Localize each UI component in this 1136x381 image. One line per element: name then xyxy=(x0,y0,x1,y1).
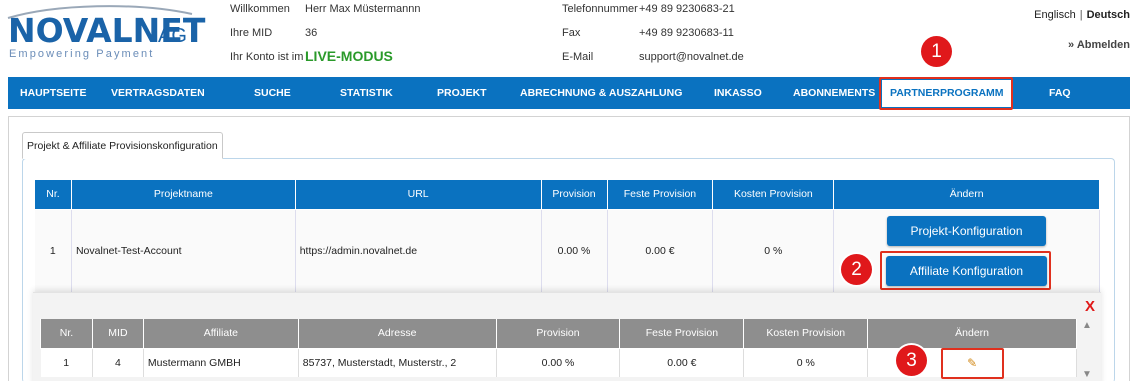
col-projektname: Projektname xyxy=(70,180,296,210)
cell-affiliate: Mustermann GMBH xyxy=(143,348,299,377)
col-feste-provision: Feste Provision xyxy=(619,319,745,349)
mode-label: Ihr Konto ist im xyxy=(230,51,304,63)
step-badge-1: 1 xyxy=(921,36,952,67)
fax-label: Fax xyxy=(562,27,581,39)
tab-projekt-affiliate[interactable]: Projekt & Affiliate Provisionskonfigurat… xyxy=(22,132,223,159)
step-badge-2: 2 xyxy=(841,254,872,285)
nav-item-inkasso[interactable]: INKASSO xyxy=(714,77,762,109)
cell-feste-provision: 0.00 € xyxy=(607,209,714,293)
logout-link[interactable]: » Abmelden xyxy=(1068,39,1130,51)
lang-separator: | xyxy=(1079,9,1083,21)
col-kosten-provision: Kosten Provision xyxy=(743,319,869,349)
cell-kosten-provision: 0 % xyxy=(712,209,835,293)
cell-adresse: 85737, Musterstadt, Musterstr., 2 xyxy=(298,348,497,377)
col-adresse: Adresse xyxy=(297,319,497,349)
highlight-partnerprogramm xyxy=(879,77,1013,110)
cell-url: https://admin.novalnet.de xyxy=(295,209,542,293)
col-provision: Provision xyxy=(540,180,608,210)
highlight-edit-icon xyxy=(941,348,1004,379)
col-aendern: Ändern xyxy=(833,180,1100,210)
nav-item-statistik[interactable]: STATISTIK xyxy=(340,77,393,109)
cell-provision: 0.00 % xyxy=(496,348,621,377)
highlight-affiliate-konfiguration xyxy=(880,251,1051,290)
nav-item-faq[interactable]: FAQ xyxy=(1049,77,1071,109)
logo-tagline: Empowering Payment xyxy=(9,48,155,60)
cell-mid: 4 xyxy=(92,348,144,377)
nav-item-abonnements[interactable]: ABONNEMENTS xyxy=(793,77,875,109)
fax-value: +49 89 9230683-11 xyxy=(639,27,734,39)
col-kosten-provision: Kosten Provision xyxy=(712,180,835,210)
cell-projektname: Novalnet-Test-Account xyxy=(71,209,296,293)
nav-item-abrechnung[interactable]: ABRECHNUNG & AUSZAHLUNG xyxy=(520,77,682,109)
col-nr: Nr. xyxy=(34,180,72,210)
col-url: URL xyxy=(294,180,542,210)
scroll-up-icon[interactable]: ▲ xyxy=(1082,320,1092,331)
projekt-konfiguration-button[interactable]: Projekt-Konfiguration xyxy=(887,216,1046,246)
lang-english-link[interactable]: Englisch xyxy=(1034,9,1076,21)
phone-label: Telefonnummer xyxy=(562,3,638,15)
col-mid: MID xyxy=(91,319,144,349)
cell-nr: 1 xyxy=(34,209,72,293)
email-value[interactable]: support@novalnet.de xyxy=(639,51,744,63)
cell-provision: 0.00 % xyxy=(541,209,608,293)
nav-item-suche[interactable]: SUCHE xyxy=(254,77,291,109)
cell-feste-provision: 0.00 € xyxy=(619,348,745,377)
col-provision: Provision xyxy=(495,319,621,349)
mode-value: LIVE-MODUS xyxy=(305,48,393,64)
col-aendern: Ändern xyxy=(867,319,1077,349)
novalnet-logo[interactable]: NOVALNET AG Empowering Payment xyxy=(6,4,205,64)
lang-german-link[interactable]: Deutsch xyxy=(1087,9,1130,21)
welcome-label: Willkommen xyxy=(230,3,290,15)
nav-item-hauptseite[interactable]: HAUPTSEITE xyxy=(20,77,87,109)
step-badge-3: 3 xyxy=(896,345,927,376)
language-switcher: Englisch | Deutsch xyxy=(1034,9,1130,21)
close-icon[interactable]: X xyxy=(1085,298,1095,315)
cell-nr: 1 xyxy=(40,348,93,377)
mid-label: Ihre MID xyxy=(230,27,273,39)
mid-value: 36 xyxy=(305,27,318,39)
nav-item-vertragsdaten[interactable]: VERTRAGSDATEN xyxy=(111,77,205,109)
col-affiliate: Affiliate xyxy=(142,319,299,349)
phone-value: +49 89 9230683-21 xyxy=(639,3,735,15)
col-feste-provision: Feste Provision xyxy=(606,180,714,210)
cell-kosten-provision: 0 % xyxy=(743,348,869,377)
col-nr: Nr. xyxy=(40,319,93,349)
nav-item-projekt[interactable]: PROJEKT xyxy=(437,77,487,109)
logo-suffix: AG xyxy=(158,25,187,47)
scroll-down-icon[interactable]: ▼ xyxy=(1082,369,1092,380)
email-label: E-Mail xyxy=(562,51,594,63)
welcome-value: Herr Max Müstermannn xyxy=(305,3,421,15)
